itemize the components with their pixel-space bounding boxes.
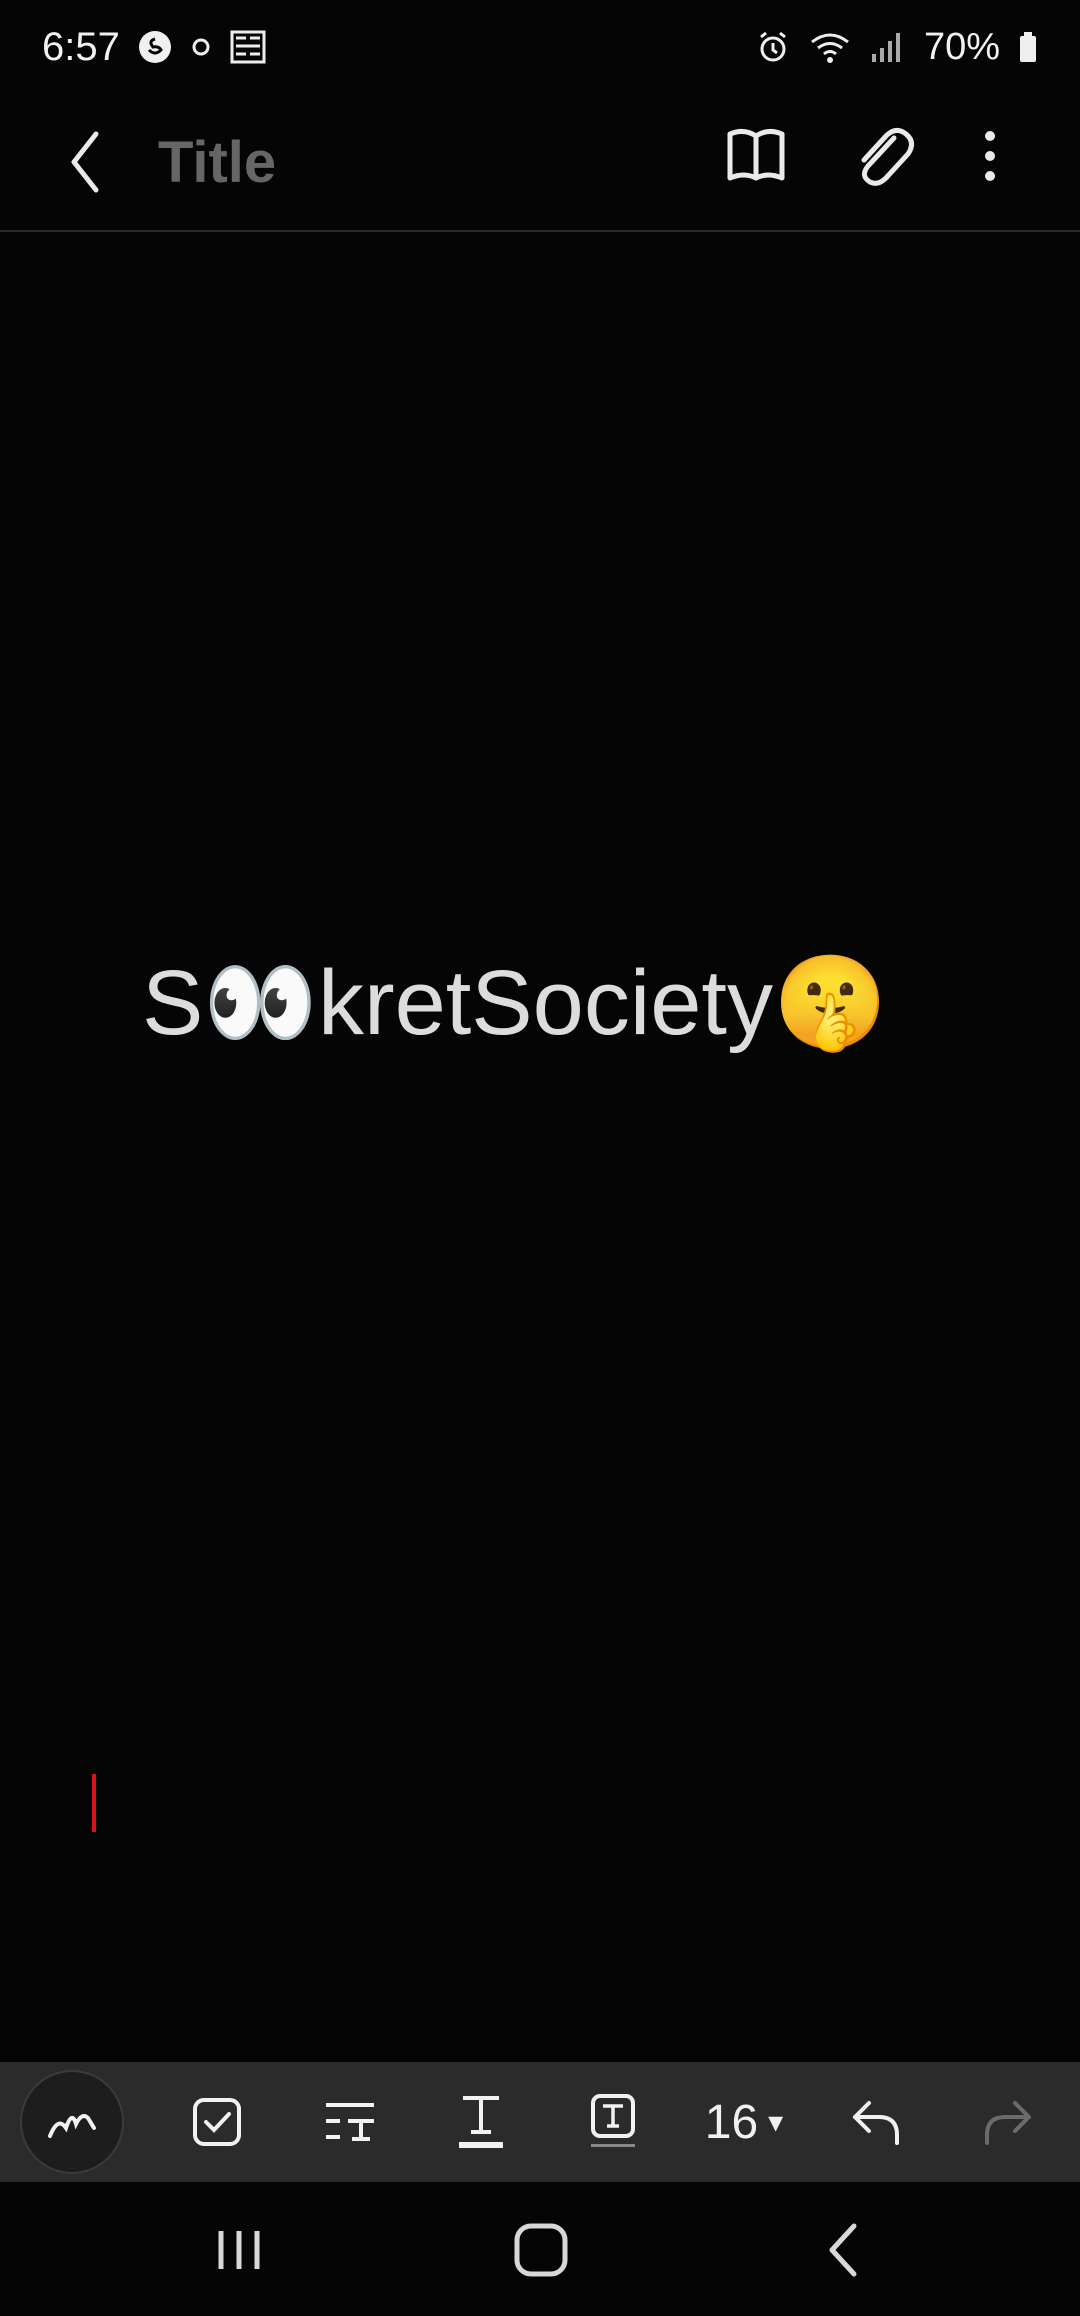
font-size-selector[interactable]: 16 ▾ [690, 2062, 798, 2182]
system-navigation-bar [0, 2182, 1080, 2316]
note-text-part-1: S [142, 952, 204, 1054]
note-text-part-2: kretSociety [317, 952, 773, 1054]
app-bar [0, 94, 1080, 232]
circle-status-icon [190, 36, 212, 58]
font-size-value: 16 [704, 2095, 759, 2149]
handwriting-button[interactable] [20, 2070, 124, 2174]
home-button[interactable] [496, 2210, 586, 2290]
shazam-icon [138, 30, 172, 64]
more-options-icon[interactable] [966, 122, 1014, 192]
alarm-icon [756, 30, 790, 64]
text-box-button[interactable] [578, 2062, 648, 2182]
battery-icon [1018, 30, 1038, 64]
redo-button[interactable] [972, 2062, 1042, 2182]
clock-time: 6:57 [42, 24, 120, 69]
text-style-button[interactable] [446, 2062, 516, 2182]
checkbox-button[interactable] [182, 2062, 252, 2182]
battery-percentage: 70% [923, 25, 1000, 68]
undo-button[interactable] [842, 2062, 912, 2182]
status-left: 6:57 [42, 25, 266, 70]
title-input[interactable] [158, 120, 678, 204]
shushing-face-emoji: 🤫 [773, 952, 888, 1054]
text-cursor-marker [92, 1774, 96, 1832]
gallery-app-icon [230, 30, 266, 64]
status-bar: 6:57 70% [0, 0, 1080, 94]
signal-icon [870, 30, 902, 64]
status-right: 70% [756, 26, 1038, 69]
note-editor-area[interactable]: S👀kretSociety🤫 [0, 232, 1080, 2062]
paragraph-style-button[interactable] [312, 2062, 388, 2182]
note-body-text[interactable]: S👀kretSociety🤫 [142, 948, 942, 1058]
nav-back-button[interactable] [800, 2210, 890, 2290]
wifi-icon [808, 30, 852, 64]
back-button[interactable] [60, 124, 116, 200]
recent-apps-button[interactable] [194, 2210, 284, 2290]
chevron-down-icon: ▾ [768, 2105, 784, 2139]
reading-mode-button[interactable] [724, 122, 788, 186]
attach-icon[interactable] [848, 122, 918, 192]
formatting-toolbar: 16 ▾ [0, 2062, 1080, 2182]
eyes-emoji: 👀 [203, 952, 318, 1054]
